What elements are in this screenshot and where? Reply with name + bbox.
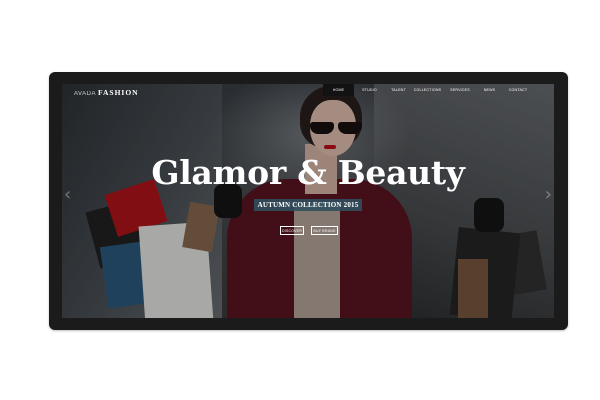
nav-item-collections[interactable]: Collections [412, 84, 443, 96]
hero-subtitle-wrap: AUTUMN COLLECTION 2015 [62, 194, 554, 212]
buy-brand-button[interactable]: BUY BRAND [311, 226, 338, 235]
nav-item-home[interactable]: Home [323, 84, 354, 96]
chevron-right-icon[interactable]: › [545, 186, 552, 204]
logo-bold-text: FASHION [97, 88, 139, 97]
logo-light-text: AVADA [74, 91, 96, 97]
hero-title: Glamor & Beauty [151, 153, 465, 192]
nav-item-news[interactable]: News [477, 84, 502, 96]
main-nav: Home Studio Talent Collections Services … [323, 84, 534, 96]
chevron-left-icon[interactable]: ‹ [64, 186, 71, 204]
device-frame: AVADA FASHION Home Studio Talent Collect… [49, 72, 568, 330]
discover-button[interactable]: DISCOVER [280, 226, 304, 235]
nav-item-services[interactable]: Services [443, 84, 477, 96]
nav-item-studio[interactable]: Studio [354, 84, 385, 96]
nav-item-talent[interactable]: Talent [385, 84, 412, 96]
nav-item-contact[interactable]: Contact [502, 84, 534, 96]
website-screen: AVADA FASHION Home Studio Talent Collect… [62, 84, 554, 318]
site-logo[interactable]: AVADA FASHION [74, 88, 139, 100]
hero-subtitle: AUTUMN COLLECTION 2015 [253, 199, 363, 211]
